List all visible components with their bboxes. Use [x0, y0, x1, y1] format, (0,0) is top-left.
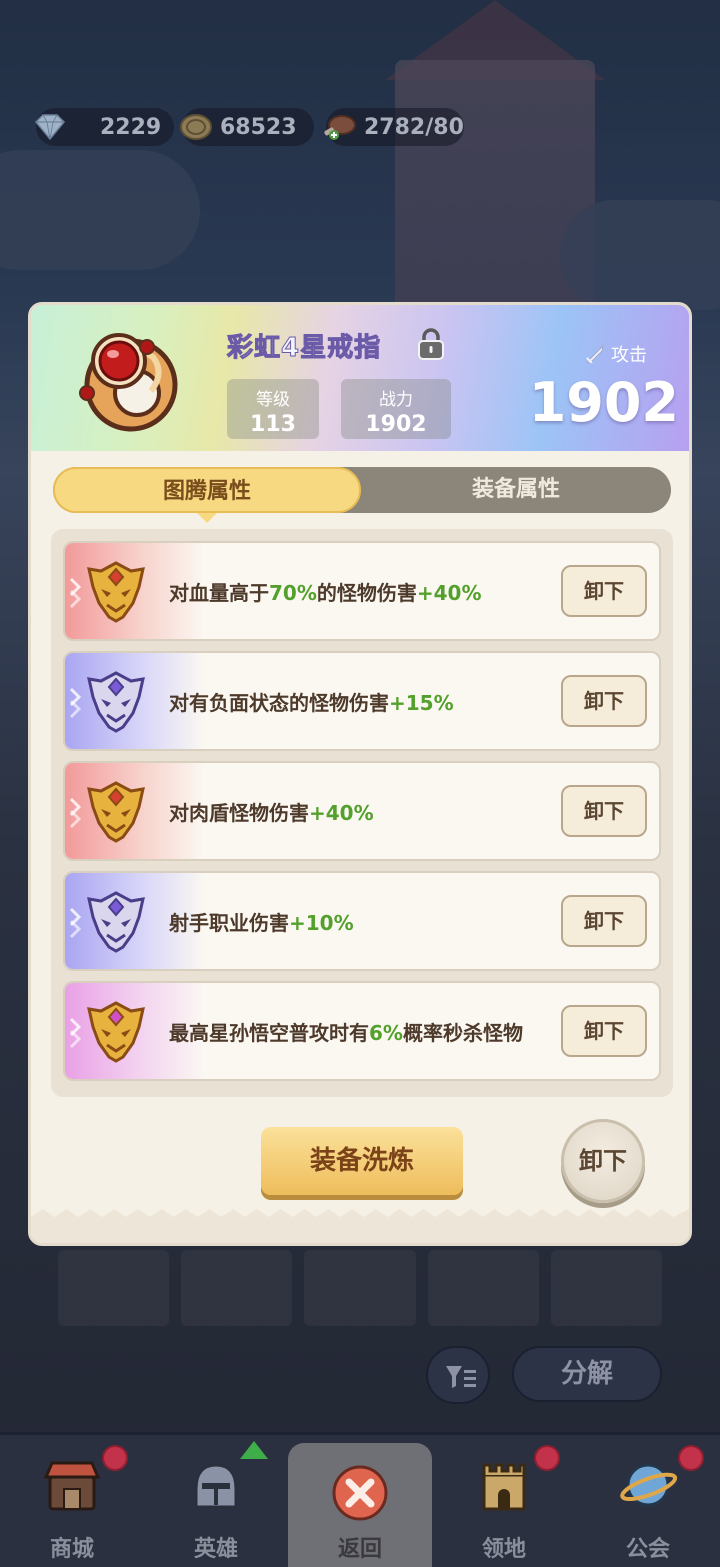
nav-label: 英雄: [193, 1537, 238, 1562]
attribute-text: 最高星孙悟空普攻时有6%概率秒杀怪物: [169, 1017, 523, 1046]
power-label: 战力: [379, 390, 413, 410]
hero-helmet-icon: [194, 1463, 238, 1509]
tab-pointer: [197, 513, 217, 523]
attribute-row: 对肉盾怪物伤害+40% 卸下: [63, 761, 661, 861]
item-name: 彩虹4星戒指: [226, 333, 382, 364]
notification-dot: [102, 1445, 128, 1471]
attribute-value-highlight: +40%: [416, 581, 482, 605]
stamina-counter[interactable]: 2782/80: [324, 108, 464, 146]
attribute-value-highlight: +10%: [289, 911, 354, 935]
ring-icon: [79, 333, 178, 432]
attribute-text-part: 的怪物伤害: [316, 581, 417, 605]
chevron-icon: [69, 907, 82, 939]
nav-hero[interactable]: 英雄: [144, 1435, 288, 1567]
attribute-row: 射手职业伤害+10% 卸下: [63, 871, 661, 971]
unequip-button[interactable]: 卸下: [561, 895, 647, 947]
attribute-row: 对血量高于70%的怪物伤害+40% 卸下: [63, 541, 661, 641]
coin-count: 68523: [220, 114, 297, 140]
attribute-text-part: 射手职业伤害: [169, 911, 289, 935]
attribute-list: 对血量高于70%的怪物伤害+40% 卸下 对有负面状态的怪物伤害+15% 卸下 对肉盾怪…: [51, 529, 673, 1097]
diamond-counter[interactable]: 2229: [34, 108, 174, 146]
attribute-value-highlight: 6%: [369, 1021, 403, 1045]
lock-icon[interactable]: [416, 327, 446, 361]
attack-label-group: 攻击: [583, 341, 647, 367]
planet-icon: [620, 1463, 678, 1507]
attribute-row: 对有负面状态的怪物伤害+15% 卸下: [63, 651, 661, 751]
level-box: 等级 113: [227, 379, 319, 439]
inventory-slots-background: [58, 1250, 663, 1326]
attribute-text-part: 概率秒杀怪物: [402, 1021, 523, 1045]
unequip-button[interactable]: 卸下: [561, 1005, 647, 1057]
notification-dot: [678, 1445, 704, 1471]
attribute-tabs: 图腾属性 装备属性: [53, 467, 671, 513]
chevron-icon: [69, 577, 82, 609]
attribute-value-highlight: +15%: [389, 691, 454, 715]
attribute-text-part: 对肉盾怪物伤害: [169, 801, 309, 825]
diamond-icon: [34, 114, 66, 141]
chevron-icon: [69, 687, 82, 719]
meat-icon: [324, 115, 356, 140]
shop-icon: [43, 1461, 101, 1511]
refine-button[interactable]: 装备洗炼: [261, 1127, 463, 1195]
nav-label: 公会: [625, 1537, 670, 1562]
attack-value: 1902: [528, 371, 679, 434]
totem-mask-icon: [87, 1001, 145, 1063]
tab-equipment-attributes[interactable]: 装备属性: [361, 467, 671, 513]
unequip-all-button[interactable]: 卸下: [561, 1119, 645, 1203]
upgrade-arrow-icon: [240, 1441, 268, 1459]
power-box: 战力 1902: [341, 379, 451, 439]
coin-icon: [180, 114, 212, 140]
totem-mask-icon: [87, 671, 145, 733]
stamina-count: 2782/80: [364, 114, 464, 140]
unequip-button[interactable]: 卸下: [561, 675, 647, 727]
diamond-count: 2229: [100, 114, 162, 140]
attribute-text: 对血量高于70%的怪物伤害+40%: [169, 577, 482, 606]
bottom-navigation: 商城 英雄 返回 领地 公会: [0, 1432, 720, 1567]
nav-label: 商城: [49, 1537, 94, 1562]
coin-counter[interactable]: 68523: [180, 108, 314, 146]
castle-icon: [482, 1463, 526, 1511]
attribute-row: 最高星孙悟空普攻时有6%概率秒杀怪物 卸下: [63, 981, 661, 1081]
nav-guild[interactable]: 公会: [576, 1435, 720, 1567]
nav-back[interactable]: 返回: [288, 1443, 432, 1567]
totem-mask-icon: [87, 781, 145, 843]
item-header: 彩虹4星戒指 等级 113 战力 1902 攻击 1902: [31, 305, 689, 451]
power-value: 1902: [365, 412, 427, 437]
unequip-button[interactable]: 卸下: [561, 785, 647, 837]
attribute-text-part: 对有负面状态的怪物伤害: [169, 691, 389, 715]
attribute-text: 射手职业伤害+10%: [169, 907, 354, 936]
attribute-text: 对有负面状态的怪物伤害+15%: [169, 687, 454, 716]
attribute-text-part: 最高星孙悟空普攻时有: [169, 1021, 369, 1045]
nav-label: 领地: [481, 1537, 526, 1562]
attribute-text: 对肉盾怪物伤害+40%: [169, 797, 374, 826]
nav-label: 返回: [337, 1537, 382, 1562]
attribute-text-part: 对血量高于: [169, 581, 269, 605]
filter-button[interactable]: [426, 1346, 490, 1404]
attribute-value-highlight: +40%: [309, 801, 374, 825]
decompose-button[interactable]: 分解: [512, 1346, 662, 1402]
level-value: 113: [250, 412, 296, 437]
chevron-icon: [69, 1017, 82, 1049]
modal-fringe: [31, 1209, 689, 1243]
notification-dot: [534, 1445, 560, 1471]
totem-mask-icon: [87, 891, 145, 953]
level-label: 等级: [256, 390, 290, 410]
totem-mask-icon: [87, 561, 145, 623]
close-icon: [332, 1465, 388, 1521]
attribute-value-highlight: 70%: [269, 581, 317, 605]
sword-icon: [586, 344, 604, 364]
filter-icon: [446, 1366, 476, 1388]
tab-totem-attributes[interactable]: 图腾属性: [53, 467, 361, 513]
chevron-icon: [69, 797, 82, 829]
nav-territory[interactable]: 领地: [432, 1435, 576, 1567]
nav-shop[interactable]: 商城: [0, 1435, 144, 1567]
item-detail-modal: 彩虹4星戒指 等级 113 战力 1902 攻击 1902 图腾属性 装备属性 …: [28, 302, 692, 1246]
unequip-button[interactable]: 卸下: [561, 565, 647, 617]
attack-label: 攻击: [611, 345, 647, 366]
